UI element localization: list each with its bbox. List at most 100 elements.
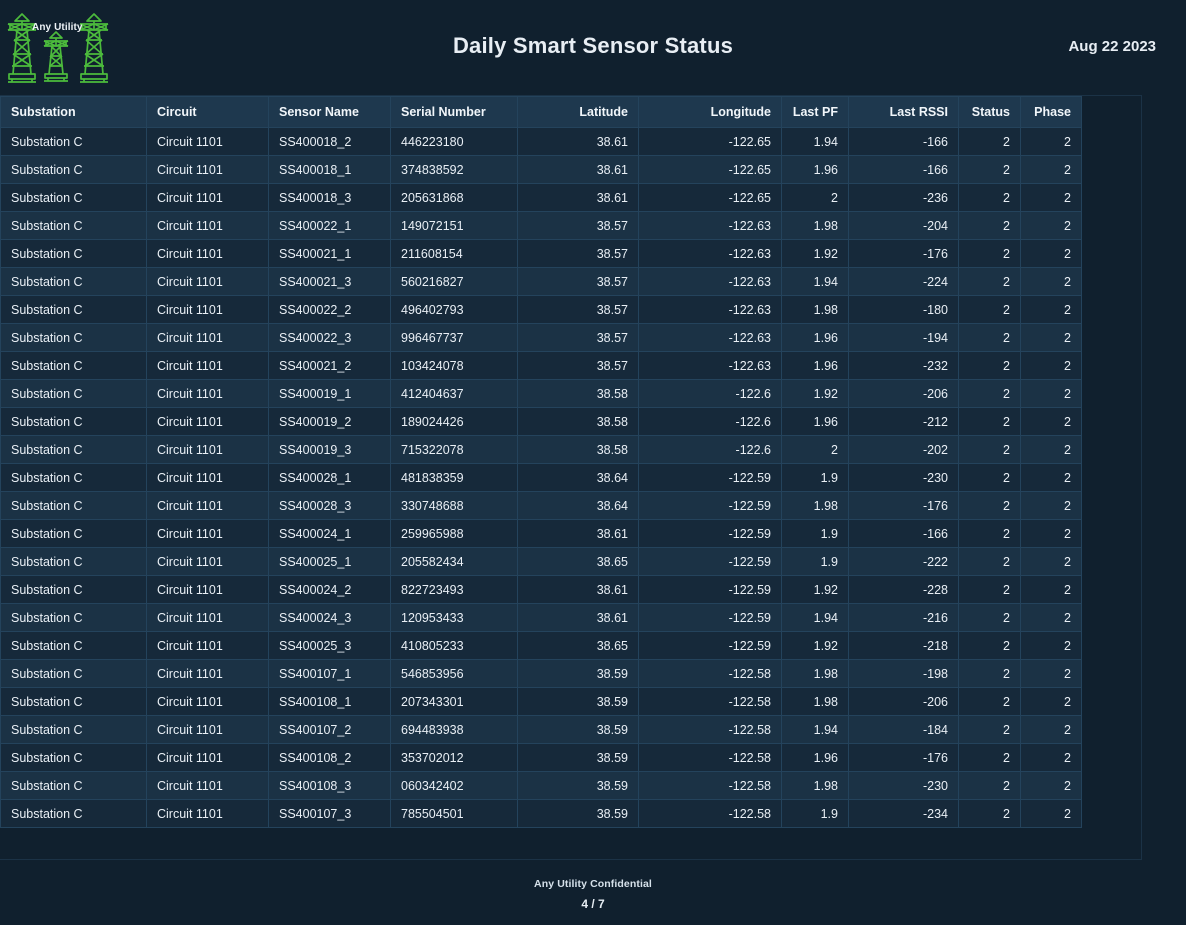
cell-substation: Substation C [0, 295, 147, 324]
cell-latitude: 38.58 [517, 379, 639, 408]
cell-last-pf: 1.94 [781, 715, 849, 744]
cell-last-rssi: -206 [848, 687, 959, 716]
table-row[interactable]: Substation C Circuit 1101 SS400018_1 374838… [0, 155, 1082, 184]
table-row[interactable]: Substation C Circuit 1101 SS400022_1 149072… [0, 211, 1082, 240]
table-row[interactable]: Substation C Circuit 1101 SS400025_3 410805… [0, 631, 1082, 660]
cell-serial-number: 785504501 [390, 799, 518, 828]
cell-phase: 2 [1020, 351, 1082, 380]
cell-phase: 2 [1020, 547, 1082, 576]
column-header-latitude[interactable]: Latitude [517, 96, 639, 128]
cell-sensor-name: SS400022_2 [268, 295, 391, 324]
table-row[interactable]: Substation C Circuit 1101 SS400108_2 353702… [0, 743, 1082, 772]
cell-last-pf: 1.98 [781, 491, 849, 520]
cell-substation: Substation C [0, 323, 147, 352]
column-header-last-pf[interactable]: Last PF [781, 96, 849, 128]
column-header-status[interactable]: Status [958, 96, 1021, 128]
cell-sensor-name: SS400021_3 [268, 267, 391, 296]
table-row[interactable]: Substation C Circuit 1101 SS400018_2 446223… [0, 127, 1082, 156]
cell-circuit: Circuit 1101 [146, 575, 269, 604]
cell-substation: Substation C [0, 659, 147, 688]
column-header-sensor-name[interactable]: Sensor Name [268, 96, 391, 128]
table-row[interactable]: Substation C Circuit 1101 SS400021_1 211608… [0, 239, 1082, 268]
table-row[interactable]: Substation C Circuit 1101 SS400022_2 496402… [0, 295, 1082, 324]
cell-longitude: -122.58 [638, 659, 782, 688]
cell-substation: Substation C [0, 603, 147, 632]
cell-substation: Substation C [0, 743, 147, 772]
table-row[interactable]: Substation C Circuit 1101 SS400107_3 785504… [0, 799, 1082, 828]
cell-last-pf: 2 [781, 183, 849, 212]
cell-phase: 2 [1020, 575, 1082, 604]
sensor-status-table: Substation Circuit Sensor Name Serial Numbe… [0, 96, 1082, 828]
column-header-longitude[interactable]: Longitude [638, 96, 782, 128]
table-row[interactable]: Substation C Circuit 1101 SS400024_3 120953… [0, 603, 1082, 632]
column-header-substation[interactable]: Substation [0, 96, 147, 128]
cell-circuit: Circuit 1101 [146, 407, 269, 436]
cell-longitude: -122.58 [638, 715, 782, 744]
cell-latitude: 38.59 [517, 799, 639, 828]
cell-substation: Substation C [0, 155, 147, 184]
column-header-serial-number[interactable]: Serial Number [390, 96, 518, 128]
table-row[interactable]: Substation C Circuit 1101 SS400022_3 996467… [0, 323, 1082, 352]
cell-status: 2 [958, 155, 1021, 184]
cell-latitude: 38.57 [517, 239, 639, 268]
table-row[interactable]: Substation C Circuit 1101 SS400107_1 546853… [0, 659, 1082, 688]
table-row[interactable]: Substation C Circuit 1101 SS400024_1 259965… [0, 519, 1082, 548]
table-row[interactable]: Substation C Circuit 1101 SS400028_1 481838… [0, 463, 1082, 492]
cell-substation: Substation C [0, 351, 147, 380]
table-row[interactable]: Substation C Circuit 1101 SS400018_3 205631… [0, 183, 1082, 212]
table-row[interactable]: Substation C Circuit 1101 SS400019_2 189024… [0, 407, 1082, 436]
table-row[interactable]: Substation C Circuit 1101 SS400107_2 694483… [0, 715, 1082, 744]
table-row[interactable]: Substation C Circuit 1101 SS400028_3 330748… [0, 491, 1082, 520]
table-row[interactable]: Substation C Circuit 1101 SS400025_1 205582… [0, 547, 1082, 576]
table-row[interactable]: Substation C Circuit 1101 SS400021_2 103424… [0, 351, 1082, 380]
column-header-last-rssi[interactable]: Last RSSI [848, 96, 959, 128]
cell-last-rssi: -230 [848, 463, 959, 492]
cell-latitude: 38.61 [517, 575, 639, 604]
cell-substation: Substation C [0, 547, 147, 576]
cell-last-pf: 1.92 [781, 575, 849, 604]
cell-longitude: -122.63 [638, 351, 782, 380]
cell-last-rssi: -232 [848, 351, 959, 380]
cell-latitude: 38.64 [517, 491, 639, 520]
cell-longitude: -122.65 [638, 183, 782, 212]
cell-status: 2 [958, 491, 1021, 520]
cell-phase: 2 [1020, 799, 1082, 828]
table-row[interactable]: Substation C Circuit 1101 SS400019_3 715322… [0, 435, 1082, 464]
cell-last-pf: 1.96 [781, 407, 849, 436]
cell-status: 2 [958, 295, 1021, 324]
column-header-circuit[interactable]: Circuit [146, 96, 269, 128]
cell-serial-number: 412404637 [390, 379, 518, 408]
table-body: Substation C Circuit 1101 SS400018_2 446223… [0, 127, 1082, 828]
cell-last-pf: 2 [781, 435, 849, 464]
cell-substation: Substation C [0, 491, 147, 520]
cell-phase: 2 [1020, 659, 1082, 688]
cell-status: 2 [958, 519, 1021, 548]
cell-circuit: Circuit 1101 [146, 267, 269, 296]
table-row[interactable]: Substation C Circuit 1101 SS400024_2 822723… [0, 575, 1082, 604]
cell-circuit: Circuit 1101 [146, 631, 269, 660]
cell-serial-number: 374838592 [390, 155, 518, 184]
cell-status: 2 [958, 799, 1021, 828]
cell-sensor-name: SS400024_3 [268, 603, 391, 632]
table-row[interactable]: Substation C Circuit 1101 SS400021_3 560216… [0, 267, 1082, 296]
cell-substation: Substation C [0, 407, 147, 436]
table-row[interactable]: Substation C Circuit 1101 SS400108_3 060342… [0, 771, 1082, 800]
cell-phase: 2 [1020, 687, 1082, 716]
cell-serial-number: 410805233 [390, 631, 518, 660]
cell-status: 2 [958, 687, 1021, 716]
cell-sensor-name: SS400107_1 [268, 659, 391, 688]
cell-serial-number: 259965988 [390, 519, 518, 548]
table-row[interactable]: Substation C Circuit 1101 SS400108_1 207343… [0, 687, 1082, 716]
cell-circuit: Circuit 1101 [146, 799, 269, 828]
column-header-phase[interactable]: Phase [1020, 96, 1082, 128]
table-row[interactable]: Substation C Circuit 1101 SS400019_1 412404… [0, 379, 1082, 408]
cell-latitude: 38.58 [517, 435, 639, 464]
cell-sensor-name: SS400021_2 [268, 351, 391, 380]
page-footer: Any Utility Confidential 4 / 7 [0, 878, 1186, 911]
cell-sensor-name: SS400019_2 [268, 407, 391, 436]
cell-last-pf: 1.9 [781, 799, 849, 828]
cell-substation: Substation C [0, 715, 147, 744]
cell-last-pf: 1.98 [781, 295, 849, 324]
cell-longitude: -122.59 [638, 519, 782, 548]
cell-substation: Substation C [0, 211, 147, 240]
